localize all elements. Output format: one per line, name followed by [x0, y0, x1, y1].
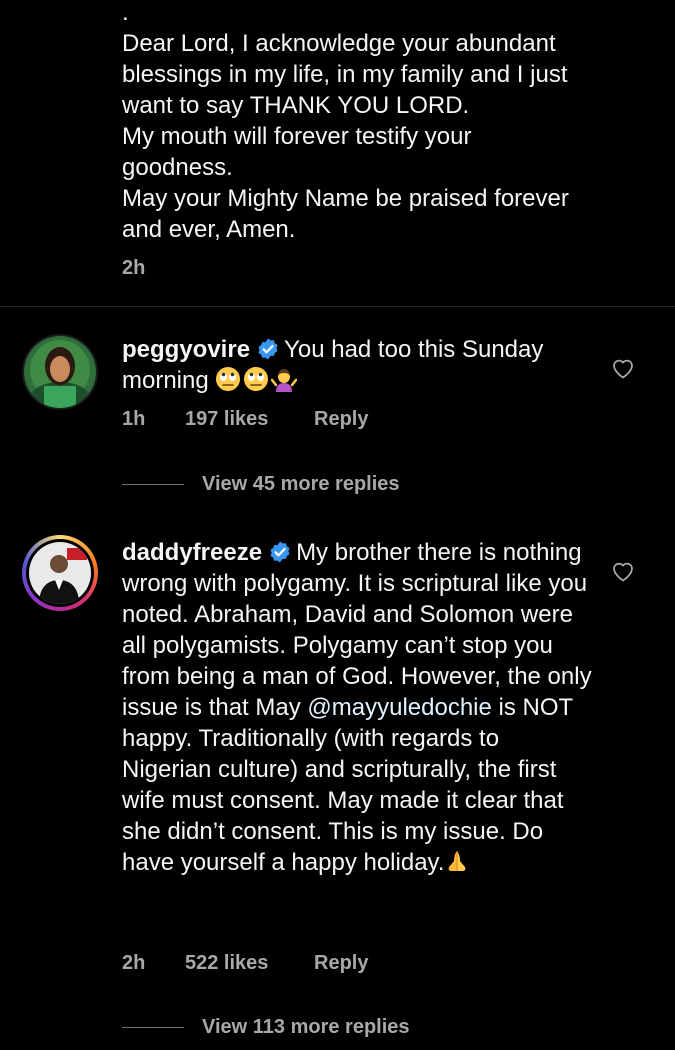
view-replies-label: View 113 more replies: [202, 1016, 410, 1038]
likes-count[interactable]: 197 likes: [185, 408, 314, 431]
username[interactable]: peggyovire: [122, 336, 250, 363]
top-comment: . Dear Lord, I acknowledge your abundant…: [122, 0, 642, 245]
comment-timestamp: 1h: [122, 408, 146, 430]
avatar-photo: [24, 336, 96, 408]
reply-button[interactable]: Reply: [314, 408, 368, 431]
mention-link[interactable]: @mayyuledochie: [307, 694, 491, 721]
shrugging-woman-emoji: [271, 369, 298, 392]
verified-badge-icon: [258, 338, 278, 360]
view-replies-label: View 45 more replies: [202, 473, 400, 495]
comment-text-continued: is NOT happy. Traditionally (with regard…: [122, 694, 573, 876]
username[interactable]: daddyfreeze: [122, 539, 262, 566]
like-heart-icon[interactable]: [611, 357, 635, 379]
reply-button[interactable]: Reply: [314, 952, 368, 975]
rolling-eyes-emoji: [244, 367, 269, 391]
avatar-photo: [29, 542, 91, 604]
comment-meta: 1h 197 likes Reply: [122, 408, 368, 431]
folded-hands-emoji: [449, 851, 466, 871]
view-replies-button[interactable]: View 45 more replies: [122, 473, 400, 496]
view-replies-button[interactable]: View 113 more replies: [122, 1016, 410, 1039]
comment-meta: 2h 522 likes Reply: [122, 952, 368, 975]
verified-badge-icon: [270, 541, 290, 563]
comment-text: Dear Lord, I acknowledge your abundant b…: [122, 30, 569, 243]
divider: [0, 306, 675, 307]
avatar[interactable]: [22, 535, 98, 611]
likes-count[interactable]: 522 likes: [185, 952, 314, 975]
rolling-eyes-emoji: [216, 367, 241, 391]
replies-line: [122, 484, 184, 485]
avatar[interactable]: [22, 334, 98, 410]
comment-body: daddyfreeze My brother there is nothing w…: [122, 537, 592, 878]
comment-body: peggyovire You had too this Sunday mornin…: [122, 334, 592, 396]
comment-timestamp[interactable]: 2h: [122, 257, 145, 280]
like-heart-icon[interactable]: [611, 560, 635, 582]
comment-dot: .: [122, 0, 129, 26]
comment-timestamp: 2h: [122, 952, 146, 974]
replies-line: [122, 1027, 184, 1028]
